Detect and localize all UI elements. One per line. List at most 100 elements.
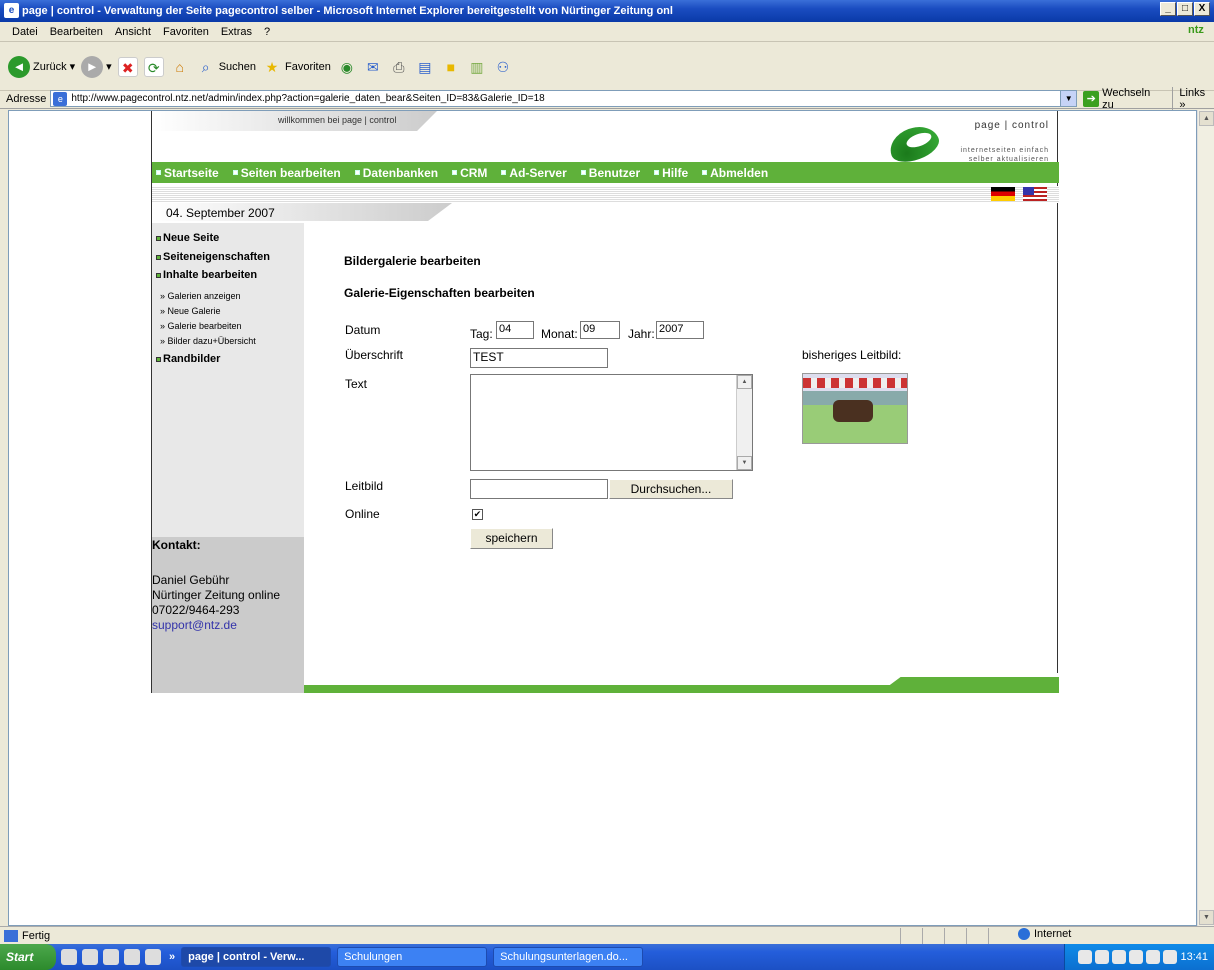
menu-bearbeiten[interactable]: Bearbeiten <box>44 26 109 38</box>
messenger-icon[interactable]: ■ <box>441 57 461 77</box>
jahr-input[interactable]: 2007 <box>656 321 704 339</box>
menu-extras[interactable]: Extras <box>215 26 258 38</box>
tray-security-icon[interactable] <box>1095 950 1110 964</box>
quicklaunch-media-icon[interactable] <box>82 949 98 965</box>
refresh-icon[interactable]: ⟳ <box>143 56 164 77</box>
header-stripe <box>152 186 1059 203</box>
text-textarea[interactable]: ▲ ▼ <box>470 374 753 471</box>
home-icon[interactable]: ⌂ <box>170 57 190 77</box>
nav-startseite[interactable]: Startseite <box>156 166 219 180</box>
tag-input[interactable]: 04 <box>496 321 534 339</box>
back-label: Zurück <box>33 60 67 73</box>
page-scrollbar[interactable]: ▲ ▼ <box>1197 110 1214 926</box>
footer-line <box>304 685 1059 693</box>
textarea-scrollbar[interactable]: ▲ ▼ <box>736 375 752 470</box>
nav-ad-server[interactable]: Ad-Server <box>501 166 567 180</box>
tray-acrobat2-icon[interactable] <box>1163 950 1178 964</box>
ueberschrift-input[interactable]: TEST <box>470 348 608 368</box>
bullet-icon <box>156 235 161 241</box>
sidebar-sub-galerien-anzeigen[interactable]: » Galerien anzeigen <box>160 291 241 301</box>
edit-icon[interactable]: ▤ <box>415 57 435 77</box>
start-button[interactable]: Start <box>0 944 56 970</box>
monat-input[interactable]: 09 <box>580 321 620 339</box>
scroll-down-icon[interactable]: ▼ <box>1199 910 1214 925</box>
media-icon[interactable]: ◉ <box>337 57 357 77</box>
task-word[interactable]: Schulungsunterlagen.do... <box>493 947 644 967</box>
research-icon[interactable]: ▥ <box>467 57 487 77</box>
bullet-icon <box>654 170 660 175</box>
stop-icon[interactable]: ✖ <box>117 56 138 77</box>
scroll-up-icon[interactable]: ▲ <box>1199 111 1214 126</box>
swoosh-logo-icon <box>885 120 943 168</box>
leitbild-file-input[interactable] <box>470 479 608 499</box>
thumbnail-banner <box>803 378 907 388</box>
search-icon: ⌕ <box>201 58 210 75</box>
contact-name: Daniel Gebühr <box>152 573 230 587</box>
quicklaunch-desktop-icon[interactable] <box>61 949 77 965</box>
sidebar-item-randbilder[interactable]: Randbilder <box>156 353 220 365</box>
back-button[interactable]: ◄ Zurück ▾ <box>8 55 75 78</box>
print-icon[interactable]: ⎙ <box>389 57 409 77</box>
sidebar-sub-galerie-bearbeiten[interactable]: » Galerie bearbeiten <box>160 321 242 331</box>
nav-abmelden[interactable]: Abmelden <box>702 166 768 180</box>
sidebar-item-seiteneigenschaften[interactable]: Seiteneigenschaften <box>156 251 270 263</box>
nav-hilfe[interactable]: Hilfe <box>654 166 688 180</box>
task-ie[interactable]: page | control - Verw... <box>181 947 332 967</box>
quicklaunch-more-icon[interactable]: » <box>169 951 175 963</box>
tray-acrobat-icon[interactable] <box>1112 950 1127 964</box>
scroll-up-icon[interactable]: ▲ <box>737 375 752 389</box>
tray-app-icon[interactable] <box>1129 950 1144 964</box>
mail-icon[interactable]: ✉ <box>363 57 383 77</box>
contact-info: Daniel Gebühr Nürtinger Zeitung online 0… <box>152 573 280 633</box>
favorites-button[interactable]: ★ Favoriten <box>262 57 331 77</box>
browse-button[interactable]: Durchsuchen... <box>609 479 733 499</box>
online-checkbox[interactable]: ✔ <box>472 509 483 520</box>
maximize-button[interactable]: □ <box>1177 2 1193 16</box>
people-icon[interactable]: ⚇ <box>493 57 513 77</box>
sidebar-label: Randbilder <box>163 353 221 365</box>
links-button[interactable]: Links » <box>1172 86 1214 111</box>
quicklaunch-ie-icon[interactable] <box>145 949 161 965</box>
bullet-icon <box>452 170 458 175</box>
contact-email-link[interactable]: support@ntz.de <box>152 618 237 632</box>
address-input[interactable]: e http://www.pagecontrol.ntz.net/admin/i… <box>50 90 1078 107</box>
menu-help[interactable]: ? <box>258 26 276 38</box>
nav-benutzer[interactable]: Benutzer <box>580 165 641 180</box>
minimize-button[interactable]: _ <box>1160 2 1176 16</box>
clock: 13:41 <box>1180 951 1208 963</box>
forward-button[interactable]: ► ▾ <box>81 55 112 78</box>
menu-ansicht[interactable]: Ansicht <box>109 26 157 38</box>
german-flag-icon[interactable] <box>991 187 1015 201</box>
quicklaunch-search-icon[interactable] <box>124 949 140 965</box>
jahr-label: Jahr: <box>628 327 655 341</box>
go-button[interactable]: ➔ Wechseln zu <box>1083 87 1164 111</box>
nav-label: Startseite <box>164 165 219 180</box>
scroll-down-icon[interactable]: ▼ <box>737 456 752 470</box>
address-url: http://www.pagecontrol.ntz.net/admin/ind… <box>71 93 545 104</box>
task-schulungen[interactable]: Schulungen <box>337 947 488 967</box>
tray-network-icon[interactable] <box>1078 950 1093 964</box>
contact-phone: 07022/9464-293 <box>152 603 240 617</box>
search-button[interactable]: ⌕ Suchen <box>196 57 256 77</box>
address-dropdown-icon[interactable]: ▼ <box>1060 91 1077 106</box>
close-button[interactable]: X <box>1194 2 1210 16</box>
save-button[interactable]: speichern <box>470 528 553 549</box>
us-flag-icon[interactable] <box>1023 187 1047 201</box>
nav-seiten-bearbeiten[interactable]: Seiten bearbeiten <box>232 166 341 180</box>
nav-datenbanken[interactable]: Datenbanken <box>354 166 438 180</box>
nav-label: Benutzer <box>588 165 641 180</box>
welcome-text: willkommen bei page | control <box>278 115 397 125</box>
sidebar-item-neue-seite[interactable]: Neue Seite <box>156 232 219 244</box>
forward-arrow-icon: ► <box>81 55 104 78</box>
favorites-star-icon: ★ <box>265 58 279 75</box>
sidebar-sub-bilder-uebersicht[interactable]: » Bilder dazu+Übersicht <box>160 336 256 346</box>
menu-favoriten[interactable]: Favoriten <box>157 26 215 38</box>
window-title: page | control - Verwaltung der Seite pa… <box>22 5 673 17</box>
quicklaunch-word-icon[interactable] <box>103 949 119 965</box>
tray-display-icon[interactable] <box>1146 950 1161 964</box>
nav-crm[interactable]: CRM <box>452 166 487 180</box>
sidebar-item-inhalte-bearbeiten[interactable]: Inhalte bearbeiten <box>156 269 257 281</box>
sidebar-sub-neue-galerie[interactable]: » Neue Galerie <box>160 306 221 316</box>
pagecontrol-logo: page | control internetseiten einfach sel… <box>885 116 1049 168</box>
menu-datei[interactable]: Datei <box>6 26 44 38</box>
